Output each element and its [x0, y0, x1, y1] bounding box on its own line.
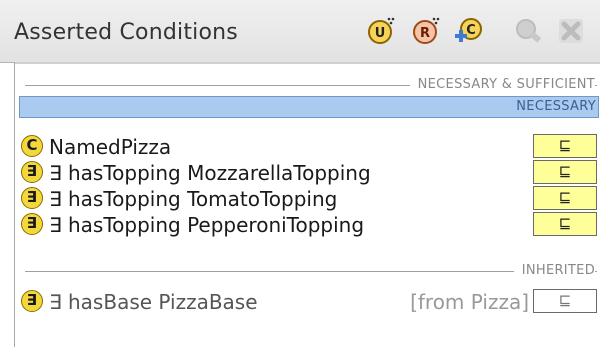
subclass-button[interactable]: ⊑: [533, 186, 597, 210]
condition-text: NamedPizza: [49, 135, 172, 159]
existential-restriction-icon: ∃: [21, 187, 43, 209]
inherited-from-label: [from Pizza]: [410, 290, 529, 314]
subclass-button[interactable]: ⊑: [533, 212, 597, 236]
subclass-button[interactable]: ⊑: [533, 289, 597, 313]
class-icon: C: [21, 135, 43, 157]
add-restriction-button[interactable]: U: [365, 14, 397, 46]
magnifier-icon: [516, 19, 542, 43]
U-circle-icon: U: [368, 17, 395, 44]
condition-row[interactable]: ∃ ∃ hasTopping TomatoTopping ⊑: [21, 186, 597, 212]
panel-divider: [15, 62, 600, 64]
svg-text:U: U: [375, 26, 386, 41]
delete-x-icon: [559, 19, 583, 43]
necessary-sufficient-header[interactable]: NECESSARY & SUFFICIENT: [25, 76, 597, 96]
inherited-header[interactable]: INHERITED: [25, 262, 597, 282]
condition-row[interactable]: ∃ ∃ hasTopping MozzarellaTopping ⊑: [21, 160, 597, 186]
svg-text:C: C: [466, 23, 476, 38]
R-circle-icon: R: [413, 17, 440, 44]
necessary-sufficient-label: NECESSARY & SUFFICIENT: [409, 77, 595, 92]
necessary-header-selected[interactable]: NECESSARY: [19, 96, 599, 118]
condition-row[interactable]: C NamedPizza ⊑: [21, 134, 597, 160]
condition-text: ∃ hasBase PizzaBase: [49, 290, 258, 314]
inherited-label: INHERITED: [513, 263, 595, 278]
necessary-label: NECESSARY: [516, 99, 596, 114]
separator-line: [25, 271, 597, 272]
condition-text: ∃ hasTopping MozzarellaTopping: [49, 161, 371, 185]
existential-restriction-icon: ∃: [21, 213, 43, 235]
add-named-class-button[interactable]: C: [452, 14, 484, 46]
condition-text: ∃ hasTopping PepperoniTopping: [49, 213, 365, 237]
condition-text: ∃ hasTopping TomatoTopping: [49, 187, 338, 211]
conditions-panel: NECESSARY & SUFFICIENT NECESSARY C Named…: [14, 62, 600, 347]
condition-row[interactable]: ∃ ∃ hasTopping PepperoniTopping ⊑: [21, 212, 597, 238]
existential-restriction-icon: ∃: [21, 290, 43, 312]
subclass-button[interactable]: ⊑: [533, 134, 597, 158]
svg-text:R: R: [420, 26, 430, 41]
panel-title: Asserted Conditions: [14, 20, 238, 45]
add-named-restriction-button[interactable]: R: [410, 14, 442, 46]
search-button[interactable]: [512, 14, 544, 46]
delete-button[interactable]: [555, 14, 587, 46]
inherited-condition-row[interactable]: ∃ ∃ hasBase PizzaBase [from Pizza] ⊑: [21, 289, 597, 315]
existential-restriction-icon: ∃: [21, 161, 43, 183]
asserted-conditions-header: Asserted Conditions U R C: [0, 0, 600, 63]
C-circle-plus-icon: C: [455, 18, 482, 42]
subclass-button[interactable]: ⊑: [533, 160, 597, 184]
